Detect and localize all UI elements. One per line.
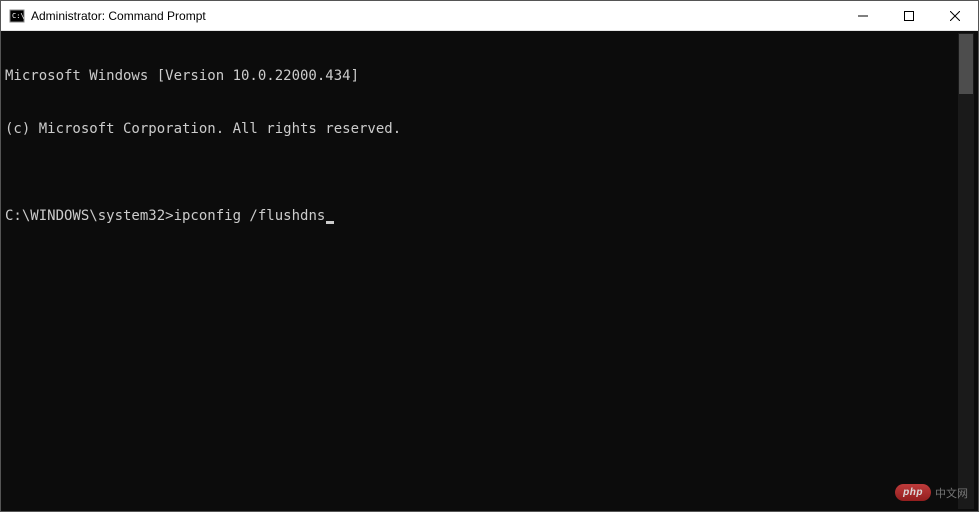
command-text: ipconfig /flushdns bbox=[174, 208, 326, 226]
watermark-badge: php bbox=[895, 484, 931, 501]
titlebar[interactable]: C:\ Administrator: Command Prompt bbox=[1, 1, 978, 31]
maximize-icon bbox=[904, 11, 914, 21]
vertical-scrollbar[interactable] bbox=[958, 33, 974, 509]
prompt-text: C:\WINDOWS\system32> bbox=[5, 208, 174, 226]
watermark-text: 中文网 bbox=[935, 485, 968, 501]
terminal-content: Microsoft Windows [Version 10.0.22000.43… bbox=[5, 33, 958, 509]
titlebar-left: C:\ Administrator: Command Prompt bbox=[9, 8, 206, 24]
svg-text:C:\: C:\ bbox=[12, 12, 25, 20]
watermark: php 中文网 bbox=[895, 484, 968, 501]
prompt-line: C:\WINDOWS\system32>ipconfig /flushdns bbox=[5, 208, 958, 226]
scrollbar-thumb[interactable] bbox=[959, 34, 973, 94]
cursor bbox=[326, 221, 334, 224]
minimize-icon bbox=[858, 11, 868, 21]
terminal-area[interactable]: Microsoft Windows [Version 10.0.22000.43… bbox=[1, 31, 978, 511]
window-title: Administrator: Command Prompt bbox=[31, 9, 206, 23]
copyright-line: (c) Microsoft Corporation. All rights re… bbox=[5, 121, 958, 139]
version-line: Microsoft Windows [Version 10.0.22000.43… bbox=[5, 68, 958, 86]
window-controls bbox=[840, 1, 978, 30]
command-prompt-window: C:\ Administrator: Command Prompt bbox=[0, 0, 979, 512]
minimize-button[interactable] bbox=[840, 1, 886, 30]
close-icon bbox=[950, 11, 960, 21]
cmd-icon: C:\ bbox=[9, 8, 25, 24]
maximize-button[interactable] bbox=[886, 1, 932, 30]
close-button[interactable] bbox=[932, 1, 978, 30]
